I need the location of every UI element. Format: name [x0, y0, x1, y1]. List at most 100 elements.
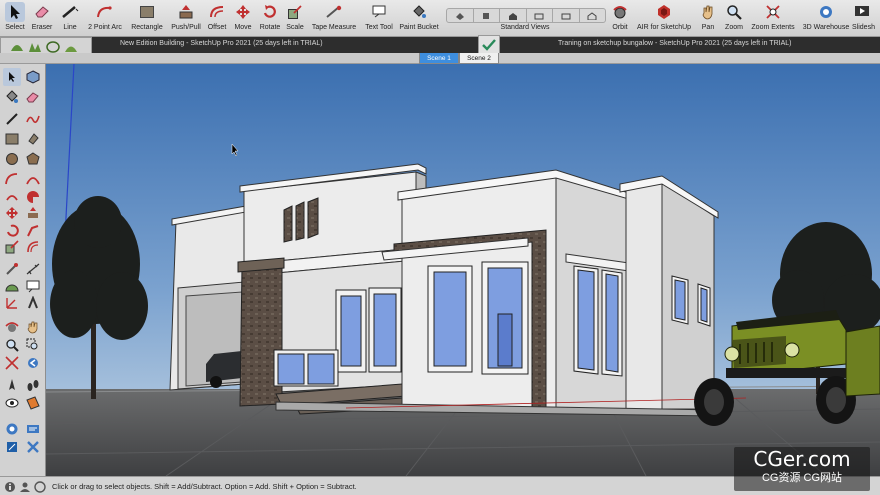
- zoom-extents-tool[interactable]: Zoom Extents: [748, 2, 798, 36]
- check-icon[interactable]: [478, 35, 500, 54]
- extension-warehouse-icon[interactable]: [24, 420, 42, 438]
- user-icon[interactable]: [19, 480, 31, 492]
- scene-tabs-bar: Scene 1 Scene 2: [0, 53, 880, 64]
- arc-tool[interactable]: 2 Point Arc: [84, 2, 126, 36]
- iso-view-icon[interactable]: [447, 9, 474, 22]
- top-view-icon[interactable]: [474, 9, 500, 22]
- arc-icon[interactable]: [3, 170, 21, 188]
- watermark: CGer.com CG资源 CG网站: [734, 447, 870, 491]
- layout-icon[interactable]: [3, 438, 21, 456]
- back-view-icon[interactable]: [553, 9, 580, 22]
- bungalow-model-render: [46, 64, 880, 476]
- eraser-icon[interactable]: [24, 88, 42, 106]
- main-toolbar: Select Eraser Line 2 Point Arc Rectangle…: [0, 0, 880, 37]
- line-tool[interactable]: Line: [58, 2, 82, 36]
- sandbox-contours-icon[interactable]: [9, 40, 24, 54]
- select-tool[interactable]: Select: [3, 2, 27, 36]
- scale-icon: [285, 2, 305, 22]
- component-icon[interactable]: [24, 68, 42, 86]
- move-icon[interactable]: [3, 204, 21, 222]
- slideshow-tool[interactable]: Slidesh: [852, 2, 880, 36]
- left-window-title: New Edition Building - SketchUp Pro 2021…: [120, 40, 323, 47]
- zoom-extents-icon[interactable]: [3, 354, 21, 372]
- rectangle-tool[interactable]: Rectangle: [128, 2, 166, 36]
- pencil-line-icon[interactable]: [3, 110, 21, 128]
- position-camera-icon[interactable]: [3, 376, 21, 394]
- slideshow-icon: [852, 2, 872, 22]
- 3d-warehouse-tool[interactable]: 3D Warehouse: [800, 2, 852, 36]
- air-tool[interactable]: AIR for SketchUp: [636, 2, 692, 36]
- info-icon[interactable]: [4, 480, 16, 492]
- zoom-icon[interactable]: [3, 336, 21, 354]
- axes-icon[interactable]: [3, 294, 21, 312]
- sandbox-stamp-icon[interactable]: [63, 40, 78, 54]
- paint-bucket-icon: [409, 2, 429, 22]
- polygon-icon[interactable]: [24, 150, 42, 168]
- scale-icon[interactable]: [3, 238, 21, 256]
- watermark-line-2: CG资源 CG网站: [761, 472, 843, 484]
- offset-icon: [207, 2, 227, 22]
- tape-measure-tool[interactable]: Tape Measure: [308, 2, 360, 36]
- left-toolbar: [0, 64, 46, 476]
- pan-tool[interactable]: Pan: [696, 2, 720, 36]
- zoom-window-icon[interactable]: [24, 336, 42, 354]
- pan-hand-icon[interactable]: [24, 318, 42, 336]
- sketchup-window: Select Eraser Line 2 Point Arc Rectangle…: [0, 0, 880, 495]
- select-arrow-icon: [5, 2, 25, 22]
- front-view-icon[interactable]: [500, 9, 527, 22]
- text-tool[interactable]: Text Tool: [362, 2, 396, 36]
- sandbox-scratch-icon[interactable]: [27, 40, 42, 54]
- middle-windows: [335, 287, 402, 373]
- orbit-tool[interactable]: Orbit: [606, 2, 634, 36]
- left-view-icon[interactable]: [580, 9, 606, 22]
- look-around-icon[interactable]: [3, 394, 21, 412]
- tab-scene-2[interactable]: Scene 2: [459, 53, 499, 64]
- move-icon: [233, 2, 253, 22]
- previous-view-icon[interactable]: [24, 354, 42, 372]
- tape-measure-icon: [324, 2, 344, 22]
- orbit-icon[interactable]: [3, 318, 21, 336]
- push-pull-icon: [176, 2, 196, 22]
- arc-icon: [95, 2, 115, 22]
- rotate-tool[interactable]: Rotate: [258, 2, 282, 36]
- sandbox-smoove-icon[interactable]: [45, 40, 60, 54]
- eraser-tool[interactable]: Eraser: [29, 2, 55, 36]
- rectangle-icon[interactable]: [3, 130, 21, 148]
- standard-views-group: [446, 8, 606, 23]
- freehand-icon[interactable]: [24, 110, 42, 128]
- pan-hand-icon: [698, 2, 718, 22]
- walk-icon[interactable]: [24, 376, 42, 394]
- right-window-title: Traning on sketchup bungalow - SketchUp …: [558, 40, 792, 47]
- tab-scene-1[interactable]: Scene 1: [419, 53, 459, 64]
- paint-bucket-tool[interactable]: Paint Bucket: [398, 2, 440, 36]
- select-arrow-icon[interactable]: [3, 68, 21, 86]
- paint-bucket-icon[interactable]: [3, 88, 21, 106]
- model-viewport[interactable]: [46, 64, 880, 476]
- extension-manager-icon[interactable]: [24, 438, 42, 456]
- dimension-icon[interactable]: [24, 260, 42, 278]
- 3d-text-icon[interactable]: [24, 294, 42, 312]
- side-windows: [573, 265, 623, 377]
- warehouse-icon[interactable]: [3, 420, 21, 438]
- zoom-icon: [724, 2, 744, 22]
- geolocation-icon[interactable]: [34, 480, 46, 493]
- watermark-line-1: CGer.com: [753, 447, 851, 471]
- rotated-rectangle-icon[interactable]: [24, 130, 42, 148]
- offset-icon[interactable]: [24, 238, 42, 256]
- glass-railing: [273, 349, 339, 387]
- section-plane-icon[interactable]: [24, 394, 42, 412]
- pencil-line-icon: [60, 2, 80, 22]
- zoom-tool[interactable]: Zoom: [722, 2, 746, 36]
- rectangle-icon: [137, 2, 157, 22]
- text-tool-icon: [369, 2, 389, 22]
- push-pull-icon[interactable]: [24, 204, 42, 222]
- move-tool[interactable]: Move: [232, 2, 254, 36]
- eraser-icon: [32, 2, 52, 22]
- two-point-arc-icon[interactable]: [24, 170, 42, 188]
- push-pull-tool[interactable]: Push/Pull: [168, 2, 204, 36]
- scale-tool[interactable]: Scale: [284, 2, 306, 36]
- right-view-icon[interactable]: [527, 9, 553, 22]
- offset-tool[interactable]: Offset: [204, 2, 230, 36]
- circle-icon[interactable]: [3, 150, 21, 168]
- tape-measure-icon[interactable]: [3, 260, 21, 278]
